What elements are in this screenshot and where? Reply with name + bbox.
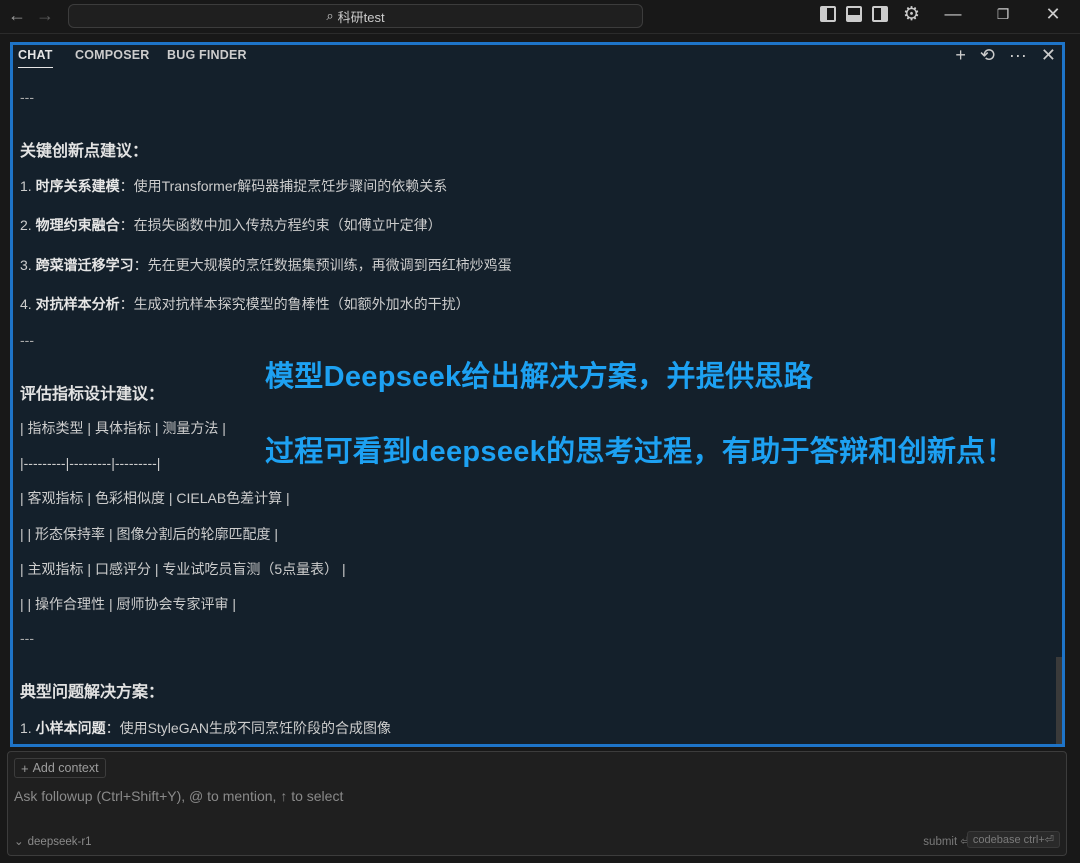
restore-icon[interactable]: ❐ bbox=[988, 6, 1018, 23]
toggle-panel-icon[interactable] bbox=[846, 6, 862, 22]
separator: --- bbox=[20, 89, 34, 105]
toggle-primary-sidebar-icon[interactable] bbox=[820, 6, 836, 22]
table-row: | 指标类型 | 具体指标 | 测量方法 | bbox=[20, 420, 226, 436]
section-heading: 评估指标设计建议： bbox=[20, 386, 165, 403]
back-arrow-icon[interactable]: ← bbox=[8, 5, 26, 26]
chevron-down-icon: ⌄ bbox=[14, 836, 24, 848]
search-icon: ⌕ bbox=[326, 8, 334, 23]
more-options-icon[interactable]: ··· bbox=[1009, 45, 1027, 65]
submit-button[interactable]: submit ⏎ bbox=[923, 834, 970, 848]
title-bar: ← → ⌕ 科研test ⚙ — ❐ ✕ bbox=[0, 0, 1080, 34]
layout-controls bbox=[820, 6, 888, 22]
table-row: | 主观指标 | 口感评分 | 专业试吃员盲测（5点量表） | bbox=[20, 561, 346, 577]
list-item: 1. 时序关系建模：使用Transformer解码器捕捉烹饪步骤间的依赖关系 bbox=[20, 178, 448, 194]
table-row: | | 操作合理性 | 厨师协会专家评审 | bbox=[20, 596, 236, 612]
followup-input-box[interactable]: + Add context Ask followup (Ctrl+Shift+Y… bbox=[7, 751, 1067, 856]
separator: --- bbox=[20, 630, 34, 646]
model-selector[interactable]: ⌄ deepseek-r1 bbox=[14, 834, 92, 848]
table-row: | | 形态保持率 | 图像分割后的轮廓匹配度 | bbox=[20, 526, 278, 542]
tab-chat[interactable]: CHAT bbox=[18, 48, 53, 68]
list-item: 1. 小样本问题：使用StyleGAN生成不同烹饪阶段的合成图像 bbox=[20, 720, 392, 736]
add-context-button[interactable]: + Add context bbox=[14, 758, 106, 778]
toggle-secondary-sidebar-icon[interactable] bbox=[872, 6, 888, 22]
close-panel-icon[interactable]: ✕ bbox=[1041, 45, 1056, 65]
tab-composer[interactable]: COMPOSER bbox=[75, 48, 150, 62]
section-heading: 关键创新点建议： bbox=[20, 143, 149, 160]
tab-bug-finder[interactable]: BUG FINDER bbox=[167, 48, 247, 62]
forward-arrow-icon[interactable]: → bbox=[36, 5, 54, 26]
followup-input[interactable]: Ask followup (Ctrl+Shift+Y), @ to mentio… bbox=[14, 788, 343, 804]
scrollbar-thumb[interactable] bbox=[1056, 657, 1062, 744]
panel-tab-bar: CHAT COMPOSER BUG FINDER + ⟲ ··· ✕ bbox=[13, 45, 1062, 71]
list-item: 2. 物理约束融合：在损失函数中加入传热方程约束（如傅立叶定律） bbox=[20, 217, 442, 233]
panel-actions: + ⟲ ··· ✕ bbox=[955, 45, 1056, 65]
command-center-search[interactable]: ⌕ 科研test bbox=[68, 4, 643, 28]
model-name: deepseek-r1 bbox=[27, 836, 92, 848]
close-window-icon[interactable]: ✕ bbox=[1038, 4, 1068, 25]
add-context-label: Add context bbox=[32, 761, 99, 775]
table-row: |---------|---------|---------| bbox=[20, 455, 161, 471]
minimize-icon[interactable]: — bbox=[938, 4, 968, 24]
new-chat-icon[interactable]: + bbox=[955, 45, 966, 65]
chat-panel: CHAT COMPOSER BUG FINDER + ⟲ ··· ✕ --- 关… bbox=[10, 42, 1065, 747]
section-heading: 典型问题解决方案： bbox=[20, 684, 165, 701]
table-row: | 客观指标 | 色彩相似度 | CIELAB色差计算 | bbox=[20, 490, 290, 506]
list-item: 4. 对抗样本分析：生成对抗样本探究模型的鲁棒性（如额外加水的干扰） bbox=[20, 296, 470, 312]
gear-icon[interactable]: ⚙ bbox=[903, 3, 920, 26]
codebase-button[interactable]: codebase ctrl+⏎ bbox=[966, 831, 1060, 848]
list-item: 3. 跨菜谱迁移学习：先在更大规模的烹饪数据集预训练，再微调到西红柿炒鸡蛋 bbox=[20, 257, 512, 273]
annotation-overlay-text: 过程可看到deepseek的思考过程，有助于答辩和创新点！ bbox=[265, 436, 1015, 468]
workspace-title: 科研test bbox=[337, 9, 385, 25]
annotation-overlay-text: 模型Deepseek给出解决方案，并提供思路 bbox=[265, 361, 814, 393]
history-icon[interactable]: ⟲ bbox=[980, 45, 995, 65]
separator: --- bbox=[20, 332, 34, 348]
plus-icon: + bbox=[21, 760, 29, 776]
